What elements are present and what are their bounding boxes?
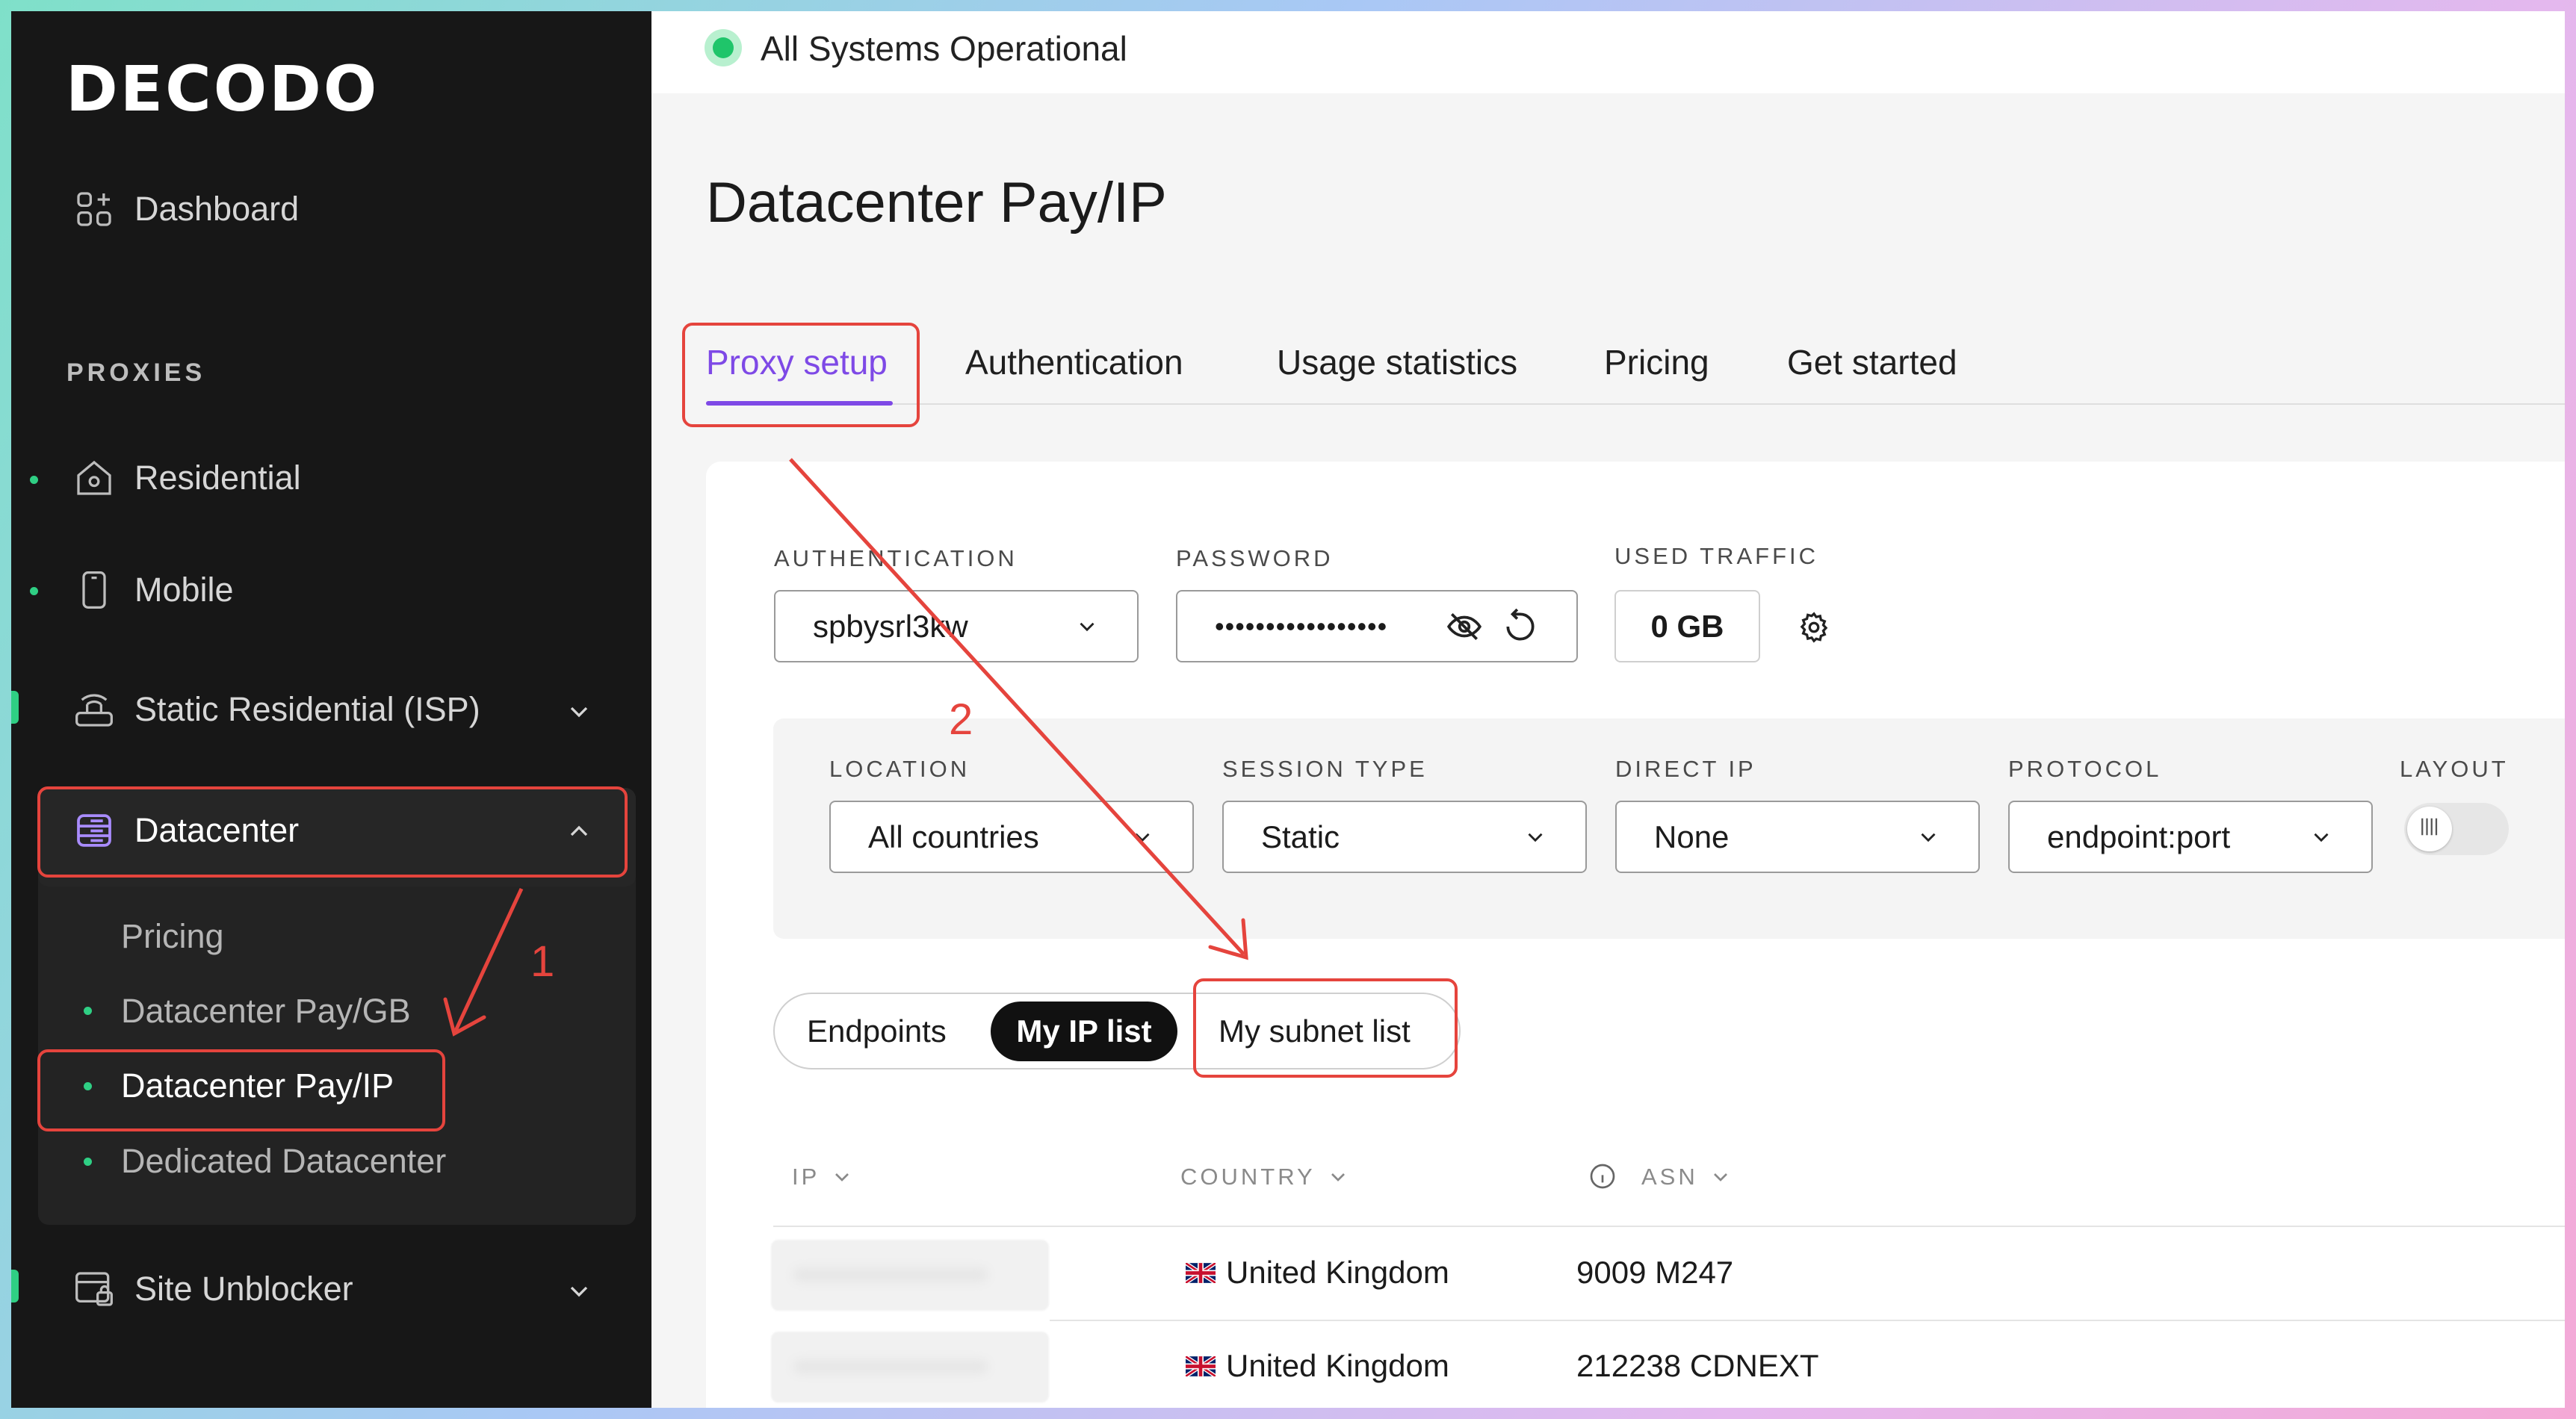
annotation-step-1: 1 — [530, 937, 555, 986]
country-value: United Kingdom — [1226, 1348, 1449, 1383]
active-edge-indicator — [11, 691, 19, 724]
chevron-down-icon — [1528, 833, 1543, 842]
uk-flag-icon — [1186, 1262, 1216, 1283]
column-header-country[interactable]: COUNTRY — [1180, 1164, 1350, 1190]
sidebar-item-dashboard[interactable]: Dashboard — [73, 188, 299, 230]
column-header-asn[interactable]: ASN — [1641, 1164, 1733, 1190]
eye-off-icon[interactable] — [1446, 608, 1483, 645]
direct-ip-value: None — [1654, 819, 1730, 854]
sidebar-item-label: Static Residential (ISP) — [134, 690, 480, 728]
section-label-proxies: PROXIES — [66, 358, 206, 387]
submenu-item-pricing[interactable]: Pricing — [121, 917, 224, 956]
password-label: PASSWORD — [1176, 545, 1334, 571]
used-traffic-label: USED TRAFFIC — [1614, 543, 1819, 569]
logo[interactable]: DECODO — [66, 52, 379, 125]
asn-cell: 9009 M247 — [1576, 1255, 1734, 1290]
chevron-down-icon[interactable] — [564, 1276, 594, 1306]
gear-icon[interactable] — [1797, 610, 1831, 645]
direct-ip-label: DIRECT IP — [1615, 756, 1756, 782]
sidebar-item-mobile[interactable]: Mobile — [73, 569, 234, 611]
columns-icon — [2421, 818, 2438, 836]
country-cell: United Kingdom — [1186, 1255, 1449, 1291]
authentication-select[interactable]: spbysrl3kw — [774, 590, 1139, 662]
chevron-down-icon — [835, 1173, 849, 1182]
sidebar-item-site-unblocker[interactable]: Site Unblocker — [73, 1268, 353, 1310]
annotation-box-subnet-list — [1193, 978, 1458, 1078]
system-status-text[interactable]: All Systems Operational — [761, 28, 1127, 69]
ip-cell-redacted — [771, 1240, 1049, 1311]
status-indicator-icon — [705, 29, 742, 66]
protocol-label: PROTOCOL — [2008, 756, 2162, 782]
column-header-label: IP — [792, 1164, 820, 1190]
asn-cell: 212238 CDNEXT — [1576, 1348, 1819, 1383]
chevron-down-icon — [1713, 1173, 1727, 1182]
authentication-label: AUTHENTICATION — [774, 545, 1018, 571]
table-divider — [773, 1226, 2565, 1227]
status-dot — [30, 476, 38, 484]
segment-endpoints[interactable]: Endpoints — [807, 1002, 947, 1061]
column-header-label: ASN — [1641, 1164, 1698, 1190]
home-icon — [73, 457, 115, 499]
annotation-box-datacenter — [37, 786, 628, 878]
logo-text: DECODO — [66, 52, 380, 125]
tab-usage-statistics[interactable]: Usage statistics — [1277, 342, 1517, 382]
chevron-down-icon — [1080, 622, 1095, 632]
status-dot — [84, 1158, 92, 1166]
uk-flag-icon — [1186, 1356, 1216, 1376]
protocol-select[interactable]: endpoint:port — [2008, 801, 2373, 873]
layout-label: LAYOUT — [2400, 756, 2509, 782]
annotation-step-2: 2 — [949, 695, 973, 744]
mobile-icon — [73, 569, 115, 611]
tab-get-started[interactable]: Get started — [1787, 342, 1957, 382]
tab-pricing[interactable]: Pricing — [1604, 342, 1709, 382]
location-value: All countries — [868, 819, 1039, 854]
status-dot — [84, 1007, 92, 1015]
status-dot — [30, 587, 38, 595]
password-value: ••••••••••••••••• — [1215, 610, 1388, 642]
tabs-divider — [706, 403, 2565, 405]
chevron-down-icon — [2314, 833, 2329, 842]
session-type-select[interactable]: Static — [1222, 801, 1587, 873]
sidebar-item-static-isp[interactable]: Static Residential (ISP) — [73, 689, 480, 730]
column-header-ip[interactable]: IP — [792, 1164, 854, 1190]
column-header-label: COUNTRY — [1180, 1164, 1316, 1190]
page-title: Datacenter Pay/IP — [706, 171, 1167, 235]
session-type-label: SESSION TYPE — [1222, 756, 1428, 782]
sidebar-item-residential[interactable]: Residential — [73, 457, 301, 499]
sidebar-item-label: Site Unblocker — [134, 1270, 353, 1308]
location-select[interactable]: All countries — [829, 801, 1194, 873]
table-divider — [1050, 1320, 2565, 1321]
annotation-box-pay-ip — [37, 1049, 445, 1131]
dashboard-icon — [73, 188, 115, 230]
browser-lock-icon — [73, 1268, 115, 1310]
tab-authentication[interactable]: Authentication — [965, 342, 1183, 382]
chevron-down-icon — [1135, 833, 1150, 842]
used-traffic-box: 0 GB — [1614, 590, 1760, 662]
used-traffic-value: 0 GB — [1650, 608, 1724, 644]
chevron-down-icon — [1921, 833, 1936, 842]
submenu-item-dedicated[interactable]: Dedicated Datacenter — [121, 1142, 446, 1181]
info-icon[interactable] — [1588, 1161, 1617, 1191]
sidebar-item-label: Dashboard — [134, 190, 300, 228]
ip-cell-redacted — [771, 1332, 1049, 1403]
country-value: United Kingdom — [1226, 1255, 1449, 1290]
chevron-down-icon[interactable] — [564, 697, 594, 727]
active-edge-indicator — [11, 1270, 19, 1302]
country-cell: United Kingdom — [1186, 1348, 1449, 1384]
router-icon — [73, 689, 115, 730]
segment-my-ip-list[interactable]: My IP list — [991, 1002, 1177, 1061]
location-label: LOCATION — [829, 756, 970, 782]
sidebar-item-label: Residential — [134, 459, 301, 497]
chevron-down-icon — [1331, 1173, 1345, 1182]
submenu-item-pay-gb[interactable]: Datacenter Pay/GB — [121, 992, 411, 1031]
sidebar-item-label: Mobile — [134, 571, 234, 609]
authentication-value: spbysrl3kw — [813, 608, 968, 644]
session-type-value: Static — [1261, 819, 1340, 854]
refresh-icon[interactable] — [1502, 608, 1539, 645]
direct-ip-select[interactable]: None — [1615, 801, 1980, 873]
protocol-value: endpoint:port — [2047, 819, 2231, 854]
annotation-box-proxy-setup — [682, 323, 920, 427]
